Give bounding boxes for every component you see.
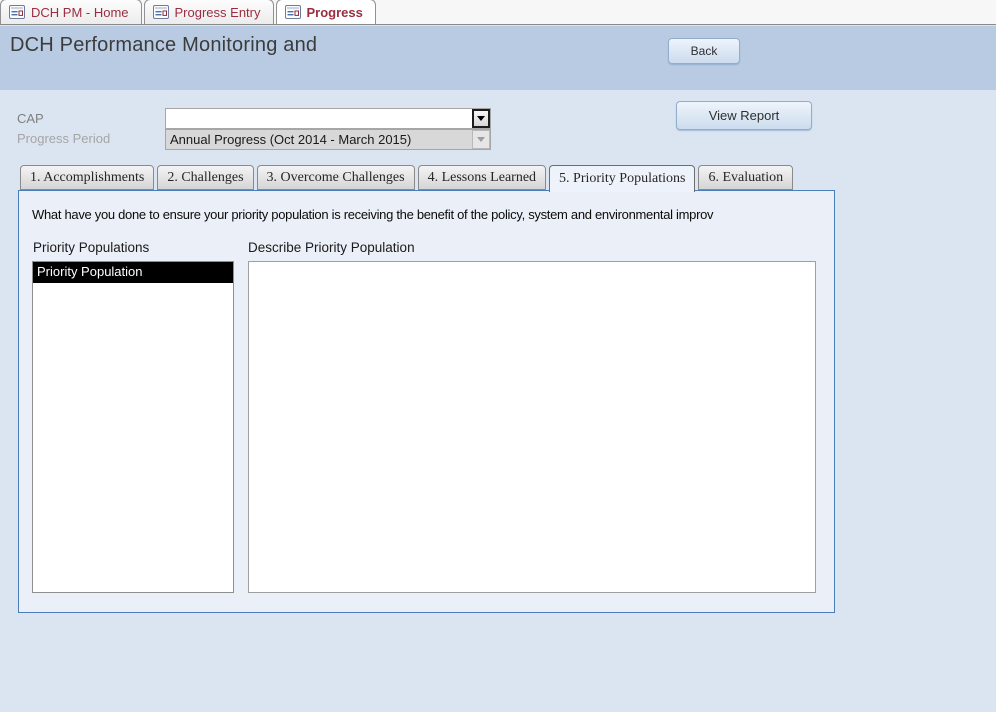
doc-tab-label: Progress	[306, 4, 363, 20]
tab-evaluation[interactable]: 6. Evaluation	[698, 165, 794, 190]
describe-priority-population-input[interactable]	[248, 261, 816, 593]
priority-populations-list-label: Priority Populations	[33, 240, 150, 255]
tab-accomplishments[interactable]: 1. Accomplishments	[20, 165, 155, 190]
page-title: DCH Performance Monitoring and	[10, 34, 318, 56]
doc-tab-label: Progress Entry	[174, 4, 261, 20]
cap-combobox[interactable]	[165, 108, 491, 129]
describe-priority-population-label: Describe Priority Population	[248, 240, 415, 255]
back-button[interactable]: Back	[668, 38, 740, 64]
document-tab-bar: DCH PM - Home Progress Entry Progress	[0, 0, 996, 25]
form-icon	[152, 5, 169, 19]
doc-tab-dch-pm-home[interactable]: DCH PM - Home	[0, 0, 142, 24]
progress-period-label: Progress Period	[17, 131, 111, 146]
form-icon	[9, 5, 25, 19]
tab-lessons-learned[interactable]: 4. Lessons Learned	[417, 165, 547, 190]
form-tab-strip: 1. Accomplishments 2. Challenges 3. Over…	[20, 165, 794, 192]
doc-tab-progress-entry[interactable]: Progress Entry	[143, 0, 274, 24]
doc-tab-progress[interactable]: Progress	[275, 0, 376, 24]
question-text: What have you done to ensure your priori…	[32, 207, 714, 222]
dropdown-arrow-disabled-icon	[472, 130, 490, 149]
tab-overcome-challenges[interactable]: 3. Overcome Challenges	[256, 165, 415, 190]
priority-populations-panel: What have you done to ensure your priori…	[18, 190, 835, 613]
priority-populations-listbox[interactable]: Priority Population	[32, 261, 234, 593]
progress-period-combobox: Annual Progress (Oct 2014 - March 2015)	[165, 129, 491, 150]
header-band: DCH Performance Monitoring and Back	[0, 26, 996, 90]
application-window: DCH PM - Home Progress Entry Progress DC…	[0, 0, 996, 712]
form-icon	[284, 5, 301, 19]
tab-challenges[interactable]: 2. Challenges	[157, 165, 254, 190]
doc-tab-label: DCH PM - Home	[31, 4, 129, 20]
tab-priority-populations[interactable]: 5. Priority Populations	[549, 165, 696, 192]
dropdown-arrow-icon[interactable]	[472, 109, 490, 128]
list-item[interactable]: Priority Population	[33, 262, 233, 283]
cap-label: CAP	[17, 111, 44, 126]
view-report-button[interactable]: View Report	[676, 101, 812, 130]
progress-period-combobox-value: Annual Progress (Oct 2014 - March 2015)	[170, 132, 412, 147]
